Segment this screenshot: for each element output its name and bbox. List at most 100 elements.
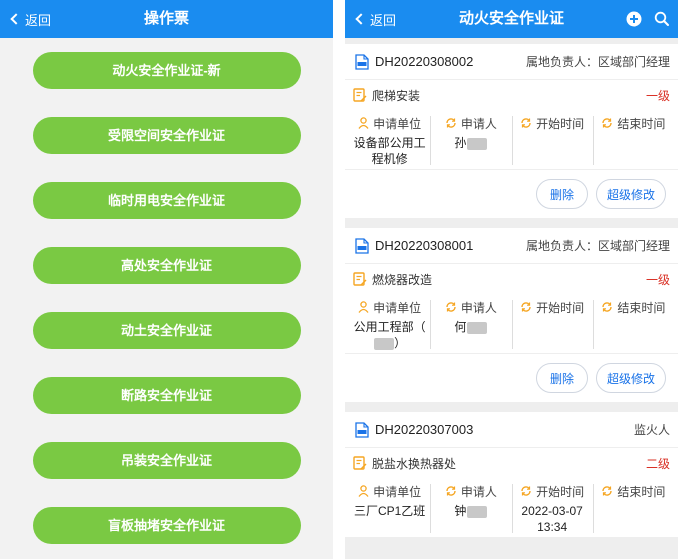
applicant-label: 申请人 (460, 300, 497, 315)
info-start-time: 开始时间 2022-03-07 13:34 (511, 478, 593, 537)
unit-value: 公用工程部（） (353, 320, 426, 350)
menu-item-blind-plate[interactable]: 盲板抽堵安全作业证 (32, 507, 301, 544)
permit-task: 燃烧器改造 (372, 272, 433, 287)
right-navbar: 返回 动火安全作业证 (345, 0, 678, 38)
permit-code: DH20220308002 (375, 54, 474, 69)
menu-item-hot-work-new[interactable]: 动火安全作业证-新 (32, 52, 301, 89)
info-unit: 申请单位 公用工程部（） (349, 294, 430, 353)
card-info-grid: 申请单位 公用工程部（） 申请人 何 开始时间 结束时间 (345, 294, 678, 354)
info-end-time: 结束时间 (592, 478, 674, 537)
refresh-icon (521, 302, 531, 312)
menu-item-confined-space[interactable]: 受限空间安全作业证 (32, 117, 301, 154)
menu-item-work-at-height[interactable]: 高处安全作业证 (32, 247, 301, 284)
unit-label: 申请单位 (373, 484, 422, 499)
right-back-button[interactable]: 返回 (355, 0, 396, 38)
unit-value: 三厂CP1乙班 (353, 504, 426, 518)
refresh-icon (602, 118, 613, 128)
info-start-time: 开始时间 (511, 110, 593, 169)
card-header: DH20220308001 属地负责人：区域部门经理 (345, 228, 678, 264)
permit-level: 一级 (645, 272, 670, 287)
applicant-value: 何 (430, 319, 511, 335)
applicant-value: 钟 (430, 503, 511, 519)
permit-owner: 监火人 (633, 423, 670, 437)
delete-button[interactable]: 删除 (536, 179, 588, 209)
chevron-left-icon (355, 13, 367, 25)
pdf-icon (355, 421, 369, 438)
info-unit: 申请单位 设备部公用工程机修 (349, 110, 430, 169)
menu-item-lifting[interactable]: 吊装安全作业证 (32, 442, 301, 479)
card-actions: 删除 超级修改 (345, 170, 678, 218)
info-applicant: 申请人 钟 (430, 478, 511, 537)
permit-card[interactable]: DH20220308002 属地负责人：区域部门经理 爬梯安装 一级 申请单位 … (345, 44, 678, 218)
unit-label: 申请单位 (373, 300, 422, 315)
pdf-icon (355, 237, 369, 254)
redacted-block (374, 337, 395, 350)
card-task-row: 爬梯安装 一级 (345, 80, 678, 110)
menu-item-excavation[interactable]: 动土安全作业证 (32, 312, 301, 349)
add-circle-icon[interactable] (626, 11, 642, 27)
menu-item-road-closure[interactable]: 断路安全作业证 (32, 377, 301, 414)
info-unit: 申请单位 三厂CP1乙班 (349, 478, 430, 537)
left-back-button[interactable]: 返回 (10, 0, 51, 38)
chevron-left-icon (10, 13, 22, 25)
search-icon[interactable] (654, 11, 670, 27)
permit-card[interactable]: DH20220307003 监火人 脱盐水换热器处 二级 申请单位 三厂CP1乙… (345, 412, 678, 538)
card-task-row: 燃烧器改造 一级 (345, 264, 678, 294)
person-icon (358, 485, 369, 497)
permit-owner: 属地负责人：区域部门经理 (525, 239, 670, 253)
applicant-label: 申请人 (460, 484, 497, 499)
person-icon (358, 301, 369, 313)
unit-value: 设备部公用工程机修 (353, 136, 426, 166)
refresh-icon (446, 302, 456, 312)
start-time-label: 开始时间 (536, 116, 585, 131)
redacted-block (467, 137, 488, 150)
permit-code: DH20220307003 (375, 422, 474, 437)
left-back-label: 返回 (25, 12, 52, 28)
start-time-label: 开始时间 (536, 300, 585, 315)
menu-item-temporary-power[interactable]: 临时用电安全作业证 (32, 182, 301, 219)
redacted-block (467, 321, 488, 334)
card-info-grid: 申请单位 三厂CP1乙班 申请人 钟 开始时间 2022-03-07 13:34… (345, 478, 678, 538)
start-time-label: 开始时间 (536, 484, 585, 499)
start-time-value: 2022-03-07 13:34 (521, 504, 583, 534)
info-start-time: 开始时间 (511, 294, 593, 353)
end-time-label: 结束时间 (617, 484, 666, 499)
redacted-block (467, 505, 488, 518)
super-edit-button[interactable]: 超级修改 (596, 179, 666, 209)
permit-owner: 属地负责人：区域部门经理 (525, 55, 670, 69)
refresh-icon (446, 118, 456, 128)
info-applicant: 申请人 孙 (430, 110, 511, 169)
refresh-icon (446, 486, 456, 496)
refresh-icon (602, 302, 613, 312)
card-header: DH20220307003 监火人 (345, 412, 678, 448)
info-end-time: 结束时间 (592, 294, 674, 353)
unit-label: 申请单位 (373, 116, 422, 131)
applicant-value: 孙 (430, 135, 511, 151)
refresh-icon (521, 486, 531, 496)
permit-task: 脱盐水换热器处 (372, 456, 457, 471)
card-info-grid: 申请单位 设备部公用工程机修 申请人 孙 开始时间 结束时间 (345, 110, 678, 170)
person-icon (358, 117, 369, 129)
permit-task: 爬梯安装 (372, 88, 421, 103)
permit-list: DH20220308002 属地负责人：区域部门经理 爬梯安装 一级 申请单位 … (345, 38, 678, 538)
refresh-icon (521, 118, 531, 128)
end-time-label: 结束时间 (617, 300, 666, 315)
task-doc-icon (353, 456, 367, 470)
delete-button[interactable]: 删除 (536, 363, 588, 393)
permit-card[interactable]: DH20220308001 属地负责人：区域部门经理 燃烧器改造 一级 申请单位… (345, 228, 678, 402)
super-edit-button[interactable]: 超级修改 (596, 363, 666, 393)
right-panel: 返回 动火安全作业证 DH20220308002 属地负责人：区域部门经理 爬梯… (345, 0, 678, 559)
permit-code: DH20220308001 (375, 238, 474, 253)
info-end-time: 结束时间 (592, 110, 674, 169)
end-time-label: 结束时间 (617, 116, 666, 131)
permit-level: 二级 (645, 456, 670, 471)
refresh-icon (602, 486, 613, 496)
permit-level: 一级 (645, 88, 670, 103)
pdf-icon (355, 53, 369, 70)
task-doc-icon (353, 272, 367, 286)
task-doc-icon (353, 88, 367, 102)
left-panel: 返回 操作票 动火安全作业证-新 受限空间安全作业证 临时用电安全作业证 高处安… (0, 0, 333, 559)
permit-type-menu: 动火安全作业证-新 受限空间安全作业证 临时用电安全作业证 高处安全作业证 动土… (0, 38, 333, 544)
card-task-row: 脱盐水换热器处 二级 (345, 448, 678, 478)
right-back-label: 返回 (370, 12, 397, 28)
